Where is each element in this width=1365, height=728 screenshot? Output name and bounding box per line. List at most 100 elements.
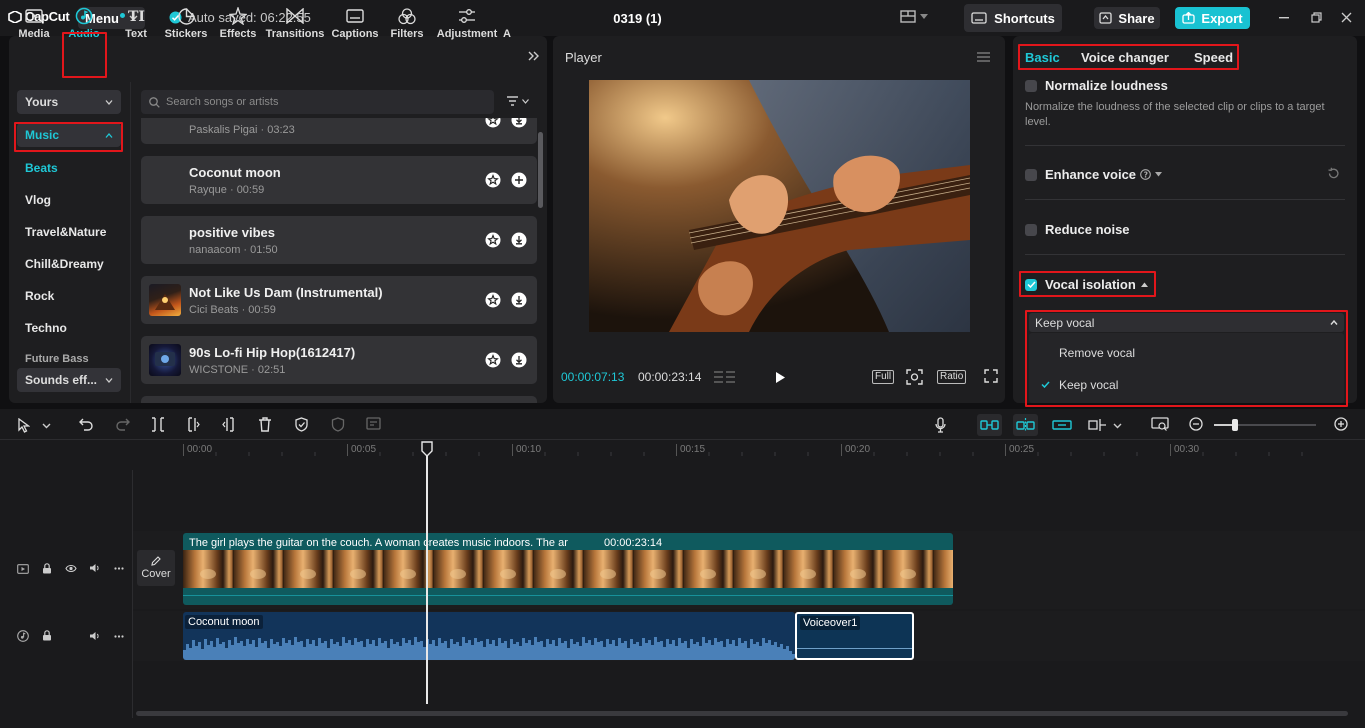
- yours-dropdown[interactable]: Yours: [17, 90, 121, 114]
- play-icon[interactable]: [775, 371, 786, 384]
- reset-icon[interactable]: [1327, 167, 1340, 180]
- playhead-handle[interactable]: [421, 441, 433, 457]
- full-quality-button[interactable]: Full: [872, 370, 895, 384]
- double-chevron-right-icon[interactable]: [528, 51, 539, 61]
- reduce-noise-option[interactable]: Reduce noise: [1025, 222, 1130, 237]
- microphone-icon[interactable]: [935, 417, 946, 433]
- hamburger-menu-icon[interactable]: [977, 52, 990, 62]
- option-keep-vocal[interactable]: Keep vocal: [1059, 378, 1118, 392]
- speaker-icon[interactable]: [89, 631, 101, 641]
- reduce-noise-checkbox[interactable]: [1025, 223, 1037, 236]
- download-icon[interactable]: [511, 118, 527, 128]
- favorite-icon[interactable]: [485, 172, 501, 188]
- trim-left-icon[interactable]: [186, 417, 200, 432]
- shortcuts-button[interactable]: Shortcuts: [964, 4, 1062, 32]
- enhance-checkbox[interactable]: [1025, 168, 1037, 181]
- shield-icon[interactable]: [331, 417, 345, 432]
- download-icon[interactable]: [511, 292, 527, 308]
- tab-audio[interactable]: Audio: [64, 4, 104, 40]
- tab-effects[interactable]: Effects: [218, 4, 258, 40]
- song-list-scrollbar[interactable]: [538, 132, 543, 208]
- tab-stickers[interactable]: Stickers: [164, 4, 208, 40]
- waveform-toggle-icon[interactable]: [714, 369, 736, 385]
- song-item[interactable]: Not Like Us Dam (Instrumental) Cici Beat…: [141, 276, 537, 324]
- download-icon[interactable]: [511, 232, 527, 248]
- vocal-mode-dropdown[interactable]: Keep vocal: [1029, 313, 1344, 332]
- maximize-icon[interactable]: [1311, 12, 1322, 23]
- zoom-out-icon[interactable]: [1189, 417, 1204, 432]
- tab-media[interactable]: Media: [14, 4, 54, 40]
- share-button[interactable]: Share: [1094, 7, 1160, 29]
- tab-captions[interactable]: Captions: [330, 4, 380, 40]
- linkage-icon[interactable]: [1052, 420, 1072, 430]
- minimize-icon[interactable]: [1279, 17, 1289, 19]
- tab-adjustment[interactable]: Adjustment: [436, 4, 498, 40]
- sounds-effects-dropdown[interactable]: Sounds eff...: [17, 368, 121, 392]
- caption-edit-icon[interactable]: [366, 417, 382, 432]
- category-travel-nature[interactable]: Travel&Nature: [25, 225, 106, 239]
- vocal-isolation-option[interactable]: Vocal isolation: [1025, 277, 1148, 292]
- fullscreen-icon[interactable]: [984, 369, 998, 383]
- zoom-in-icon[interactable]: [1334, 417, 1349, 432]
- lock-icon[interactable]: [42, 630, 52, 641]
- preview-axis-icon[interactable]: [1088, 418, 1108, 432]
- undo-icon[interactable]: [79, 418, 93, 431]
- main-track-magnet-button[interactable]: [977, 414, 1002, 436]
- category-beats[interactable]: Beats: [25, 161, 58, 175]
- trim-right-icon[interactable]: [222, 417, 236, 432]
- delete-icon[interactable]: [258, 417, 272, 432]
- song-item[interactable]: positive vibes nanaacom · 01:50: [141, 216, 537, 264]
- layout-button[interactable]: [900, 10, 928, 23]
- export-button[interactable]: Export: [1175, 7, 1250, 29]
- search-bar[interactable]: Search songs or artists: [141, 90, 494, 114]
- category-vlog[interactable]: Vlog: [25, 193, 51, 207]
- more-options-icon[interactable]: [114, 567, 124, 570]
- song-item[interactable]: 90s Lo-fi Hip Hop(1612417) WICSTONE · 02…: [141, 336, 537, 384]
- redo-icon[interactable]: [116, 418, 130, 431]
- timeline-scrollbar[interactable]: [136, 711, 1348, 716]
- playhead[interactable]: [426, 442, 428, 704]
- speaker-icon[interactable]: [89, 563, 101, 573]
- vocal-isolation-checkbox[interactable]: [1025, 278, 1037, 291]
- split-icon[interactable]: [151, 417, 165, 432]
- normalize-checkbox[interactable]: [1025, 79, 1037, 92]
- tab-text[interactable]: TI Text: [118, 4, 154, 40]
- favorite-icon[interactable]: [485, 352, 501, 368]
- crop-icon[interactable]: [906, 369, 923, 385]
- video-clip[interactable]: The girl plays the guitar on the couch. …: [183, 533, 953, 605]
- tab-filters[interactable]: Filters: [388, 4, 426, 40]
- tab-speed[interactable]: Speed: [1194, 50, 1233, 65]
- add-icon[interactable]: [511, 172, 527, 188]
- enhance-voice-option[interactable]: Enhance voice ?: [1025, 167, 1163, 182]
- favorite-icon[interactable]: [485, 118, 501, 128]
- chevron-down-icon[interactable]: [42, 423, 51, 429]
- cover-button[interactable]: Cover: [137, 550, 175, 586]
- caret-up-icon[interactable]: [1140, 282, 1148, 287]
- tab-more[interactable]: A: [500, 4, 514, 40]
- category-future-bass[interactable]: Future Bass: [25, 353, 89, 363]
- zoom-slider-handle[interactable]: [1232, 419, 1238, 431]
- category-techno[interactable]: Techno: [25, 321, 67, 335]
- ratio-button[interactable]: Ratio: [937, 370, 967, 384]
- normalize-loudness-option[interactable]: Normalize loudness: [1025, 78, 1168, 93]
- favorite-icon[interactable]: [485, 232, 501, 248]
- category-rock[interactable]: Rock: [25, 289, 54, 303]
- shield-marker-icon[interactable]: [294, 417, 309, 432]
- song-item[interactable]: Paskalis Pigai · 03:23: [141, 118, 537, 144]
- song-item[interactable]: [141, 396, 537, 403]
- tab-basic[interactable]: Basic: [1025, 50, 1060, 65]
- favorite-icon[interactable]: [485, 292, 501, 308]
- caret-down-icon[interactable]: [1155, 172, 1163, 177]
- song-item[interactable]: Coconut moon Rayque · 00:59: [141, 156, 537, 204]
- chevron-down-icon[interactable]: [1113, 423, 1122, 429]
- eye-icon[interactable]: [65, 564, 77, 573]
- auto-snap-button[interactable]: [1013, 414, 1038, 436]
- audio-clip[interactable]: Coconut moon: [183, 612, 795, 660]
- more-options-icon[interactable]: [114, 635, 124, 638]
- lock-icon[interactable]: [42, 563, 52, 574]
- fit-timeline-icon[interactable]: [1151, 417, 1169, 432]
- category-chill-dreamy[interactable]: Chill&Dreamy: [25, 257, 104, 271]
- option-remove-vocal[interactable]: Remove vocal: [1059, 346, 1135, 360]
- tab-transitions[interactable]: Transitions: [266, 4, 324, 40]
- close-icon[interactable]: [1341, 12, 1352, 23]
